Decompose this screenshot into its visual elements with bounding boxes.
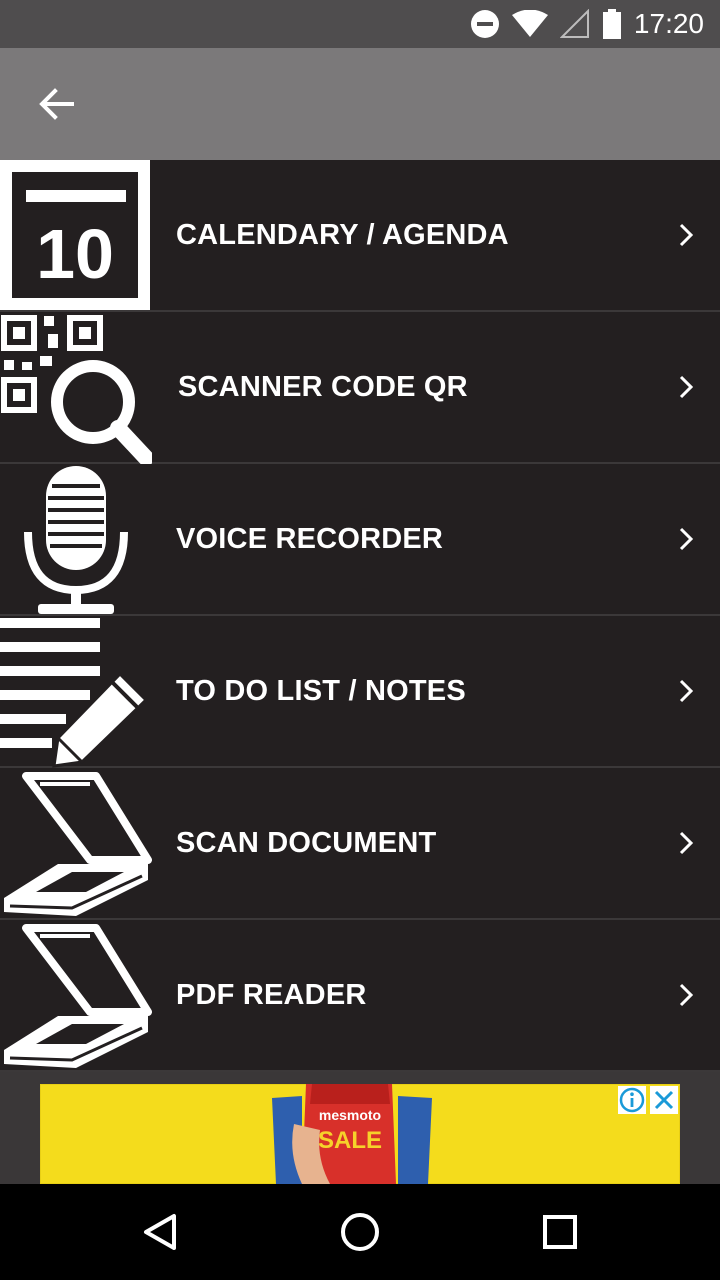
status-icons: 17:20 [470, 0, 704, 48]
cell-signal-icon [559, 9, 589, 38]
chevron-right-icon [679, 223, 694, 247]
home-circle-icon [341, 1213, 379, 1251]
chevron-right-icon [679, 831, 694, 855]
ad-close-button[interactable] [650, 1086, 678, 1114]
status-time: 17:20 [633, 8, 704, 39]
menu-item-calendar[interactable]: 10 CALENDARY / AGENDA [0, 160, 720, 312]
battery-icon [602, 9, 621, 39]
calendar-day-number: 10 [36, 215, 114, 293]
chevron-right-icon [679, 375, 694, 399]
menu-item-scan-document[interactable]: SCAN DOCUMENT [0, 768, 720, 920]
menu-item-label: SCANNER CODE QR [178, 371, 468, 403]
recents-square-icon [543, 1215, 577, 1249]
close-icon [654, 1090, 674, 1110]
menu-item-label: CALENDARY / AGENDA [176, 219, 509, 251]
menu-item-label: VOICE RECORDER [176, 523, 444, 555]
chevron-right-icon [679, 527, 694, 551]
ad-image: mesmoto SALE [40, 1084, 680, 1184]
menu-item-voice-recorder[interactable]: VOICE RECORDER [0, 464, 720, 616]
chevron-right-icon [679, 679, 694, 703]
ad-info-button[interactable] [618, 1086, 646, 1114]
status-bar: 17:20 [0, 0, 720, 48]
microphone-icon [24, 466, 128, 614]
arrow-back-icon [39, 88, 74, 120]
ad-brand: mesmoto [319, 1107, 381, 1123]
notes-pencil-icon [0, 618, 149, 768]
calendar-icon: 10 [0, 160, 150, 310]
nav-recents-button[interactable] [532, 1204, 588, 1260]
back-button[interactable] [28, 78, 84, 130]
info-icon [619, 1087, 645, 1113]
scanner-icon [4, 924, 152, 1068]
wifi-icon [511, 10, 548, 37]
back-triangle-icon [144, 1214, 176, 1250]
menu-item-pdf-reader[interactable]: PDF READER [0, 920, 720, 1072]
nav-back-button[interactable] [132, 1204, 188, 1260]
scanner-icon [4, 772, 152, 916]
menu-item-label: SCAN DOCUMENT [176, 827, 437, 859]
nav-home-button[interactable] [332, 1204, 388, 1260]
app-bar [0, 48, 720, 160]
navigation-bar [0, 1184, 720, 1280]
menu-item-todo-notes[interactable]: TO DO LIST / NOTES [0, 616, 720, 768]
menu-item-qr-scanner[interactable]: SCANNER CODE QR [0, 312, 720, 464]
ad-sale-text: SALE [318, 1127, 382, 1154]
chevron-right-icon [679, 983, 694, 1007]
menu-item-label: TO DO LIST / NOTES [176, 675, 466, 707]
ad-banner[interactable]: mesmoto SALE [40, 1084, 680, 1184]
menu-list: 10 CALENDARY / AGENDA SCANNER CODE QR VO… [0, 160, 720, 1072]
menu-item-label: PDF READER [176, 979, 367, 1011]
qr-scan-icon [1, 315, 152, 464]
do-not-disturb-icon [470, 10, 499, 38]
